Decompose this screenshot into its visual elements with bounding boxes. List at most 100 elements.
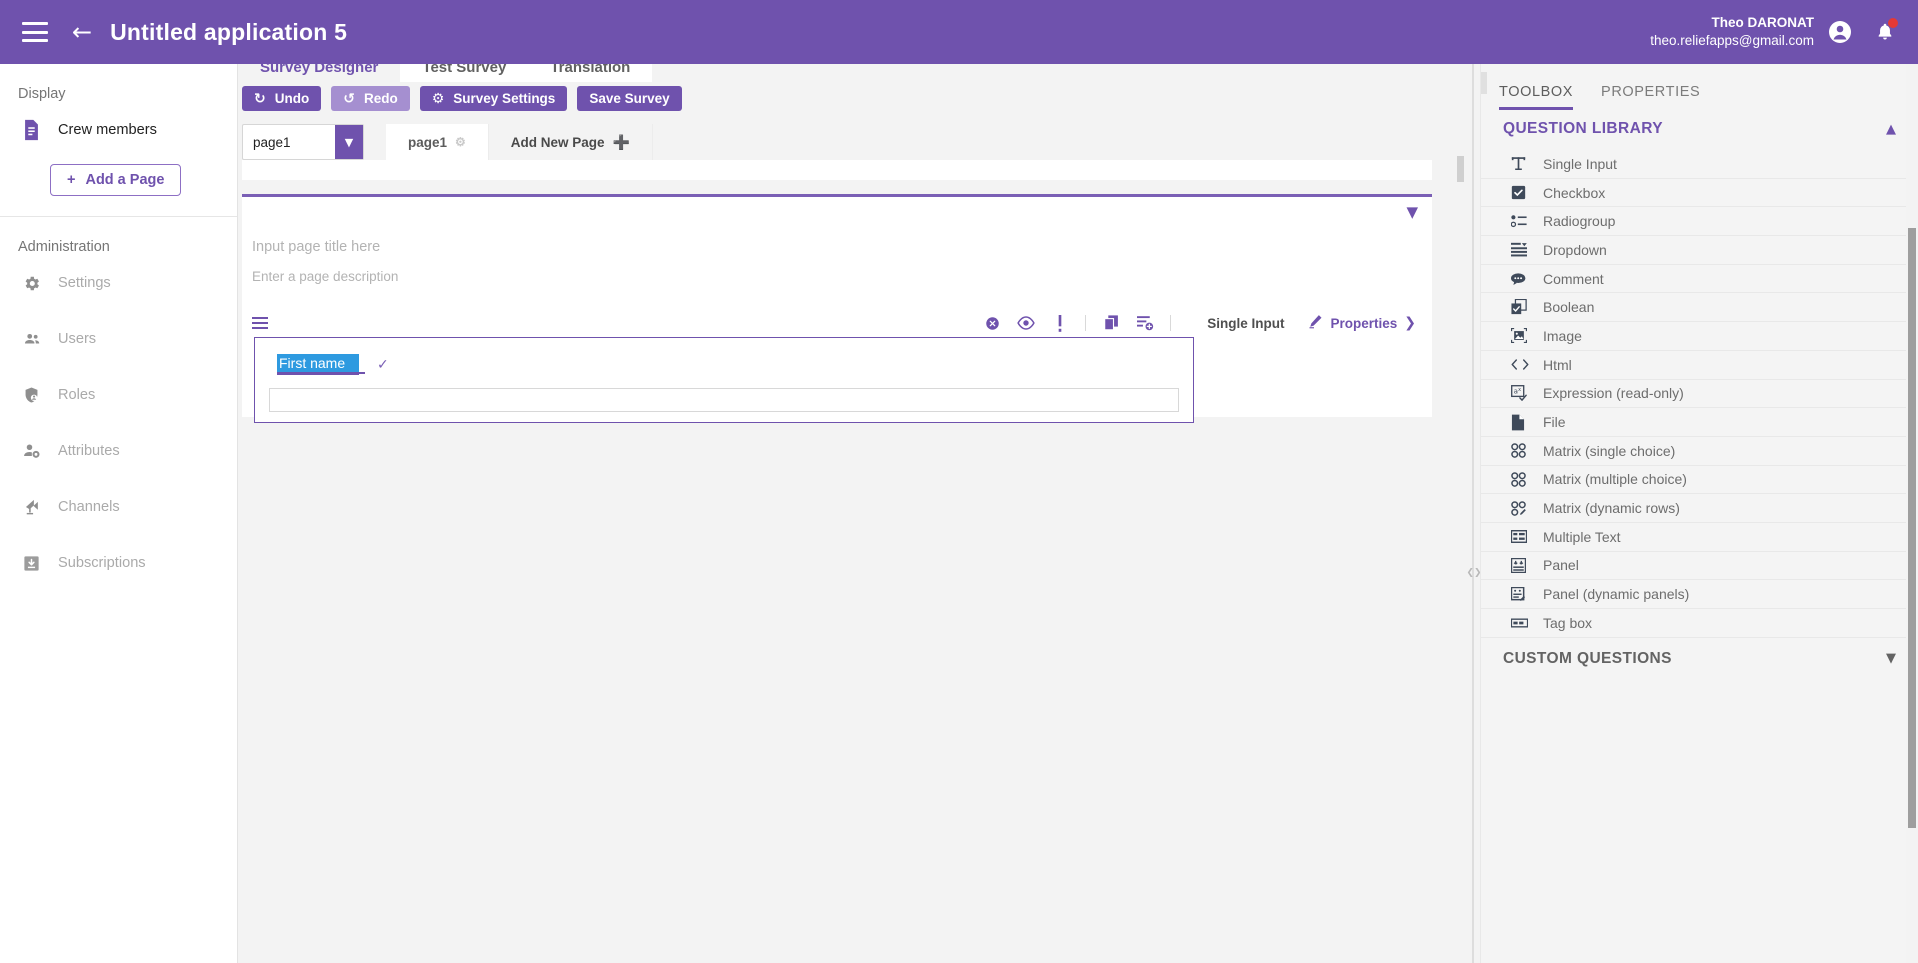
radio-list-icon bbox=[1511, 214, 1539, 228]
sidebar-section-administration: Administration bbox=[18, 239, 110, 255]
toolbox-item-checkbox[interactable]: Checkbox bbox=[1481, 179, 1918, 208]
toolbox-item-single-input[interactable]: Single Input bbox=[1481, 150, 1918, 179]
sidebar-item-label: Attributes bbox=[58, 443, 120, 459]
redo-button[interactable]: ↺ Redo bbox=[331, 86, 410, 111]
boolean-icon bbox=[1511, 299, 1539, 315]
question-library-list: Single Input Checkbox Radiogroup Dropdow… bbox=[1481, 150, 1918, 638]
panel-dynamic-icon bbox=[1511, 586, 1539, 602]
page-tab-label: page1 bbox=[408, 134, 448, 150]
toolbox-item-label: Comment bbox=[1543, 270, 1604, 287]
toolbox-item-label: Tag box bbox=[1543, 614, 1593, 631]
file-icon bbox=[1511, 414, 1539, 431]
page-tab-page1[interactable]: page1 ⚙ bbox=[386, 124, 489, 160]
sidebar-item-users[interactable]: Users bbox=[0, 311, 237, 367]
plus-icon: ➕ bbox=[612, 133, 631, 150]
custom-questions-header[interactable]: CUSTOM QUESTIONS ▼ bbox=[1481, 638, 1918, 680]
tab-survey-designer[interactable]: Survey Designer bbox=[238, 64, 401, 82]
tab-properties[interactable]: PROPERTIES bbox=[1601, 84, 1700, 108]
toolbox-item-tag-box[interactable]: Tag box bbox=[1481, 609, 1918, 638]
toolbox-item-file[interactable]: File bbox=[1481, 408, 1918, 437]
broadcast-icon bbox=[22, 497, 48, 517]
exclamation-icon[interactable] bbox=[1043, 310, 1077, 336]
eye-icon[interactable] bbox=[1009, 310, 1043, 336]
page-description-placeholder[interactable]: Enter a page description bbox=[252, 269, 398, 284]
header-right-group: Theo DARONAT theo.reliefapps@gmail.com bbox=[1650, 14, 1898, 50]
divider-line bbox=[1472, 64, 1474, 963]
close-circle-icon[interactable] bbox=[975, 310, 1009, 336]
toolbox-item-boolean[interactable]: Boolean bbox=[1481, 293, 1918, 323]
sidebar-item-channels[interactable]: Channels bbox=[0, 479, 237, 535]
toolbox-item-matrix-single[interactable]: Matrix (single choice) bbox=[1481, 437, 1918, 466]
panel-resize-handle[interactable]: ❰ bbox=[1481, 72, 1487, 94]
page-title: Untitled application 5 bbox=[110, 18, 348, 45]
drag-handle-icon[interactable] bbox=[252, 317, 270, 329]
tab-translation[interactable]: Translation bbox=[528, 64, 653, 82]
question-properties-button[interactable]: Properties ❯ bbox=[1308, 314, 1422, 332]
toolbox-item-matrix-multiple[interactable]: Matrix (multiple choice) bbox=[1481, 466, 1918, 495]
text-T-icon bbox=[1511, 156, 1539, 171]
main-scrollbar[interactable] bbox=[1456, 64, 1466, 963]
check-icon[interactable]: ✓ bbox=[377, 357, 389, 373]
account-circle-icon[interactable] bbox=[1828, 20, 1852, 44]
toolbox-item-image[interactable]: Image bbox=[1481, 322, 1918, 351]
question-editor-box: ✓ bbox=[254, 337, 1194, 423]
main-scrollbar-thumb[interactable] bbox=[1457, 156, 1464, 182]
right-panel-scrollbar-thumb[interactable] bbox=[1908, 228, 1916, 828]
panel-collapse-handle[interactable]: ❮❯ bbox=[1466, 564, 1481, 582]
toolbox-item-html[interactable]: Html bbox=[1481, 351, 1918, 380]
copy-icon[interactable] bbox=[1094, 310, 1128, 336]
sidebar-item-attributes[interactable]: Attributes bbox=[0, 423, 237, 479]
toolbox-item-panel[interactable]: Panel bbox=[1481, 552, 1918, 581]
shield-person-icon bbox=[22, 385, 48, 405]
plus-icon: + bbox=[67, 172, 76, 188]
toolbar-divider bbox=[1085, 315, 1087, 331]
arrow-left-icon[interactable]: ← bbox=[72, 20, 92, 44]
question-toolbar: Single Input Properties ❯ bbox=[252, 309, 1422, 337]
right-panel-tabs: TOOLBOX PROPERTIES bbox=[1481, 64, 1918, 110]
question-library-header[interactable]: QUESTION LIBRARY ▲ bbox=[1481, 108, 1918, 150]
chevron-up-icon[interactable]: ▲ bbox=[1886, 122, 1896, 137]
survey-settings-button[interactable]: ⚙ Survey Settings bbox=[419, 86, 568, 111]
toolbox-item-label: Matrix (dynamic rows) bbox=[1543, 500, 1680, 517]
page-collapse-chevron-icon[interactable]: ▼ bbox=[1406, 203, 1418, 221]
hamburger-icon[interactable] bbox=[22, 22, 48, 42]
gear-icon[interactable]: ⚙ bbox=[455, 135, 466, 149]
custom-questions-title: CUSTOM QUESTIONS bbox=[1503, 649, 1672, 667]
toolbox-item-dropdown[interactable]: Dropdown bbox=[1481, 236, 1918, 265]
sidebar-item-subscriptions[interactable]: Subscriptions bbox=[0, 535, 237, 591]
add-a-page-button[interactable]: + Add a Page bbox=[50, 164, 182, 196]
undo-label: Undo bbox=[274, 91, 310, 106]
tab-toolbox[interactable]: TOOLBOX bbox=[1499, 84, 1574, 110]
bell-icon[interactable] bbox=[1874, 18, 1898, 43]
toolbox-item-radiogroup[interactable]: Radiogroup bbox=[1481, 207, 1918, 237]
matrix-single-icon bbox=[1511, 443, 1539, 459]
sidebar-item-roles[interactable]: Roles bbox=[0, 367, 237, 423]
user-email: theo.reliefapps@gmail.com bbox=[1650, 33, 1814, 48]
toolbox-item-comment[interactable]: Comment bbox=[1481, 265, 1918, 294]
question-type-label: Single Input bbox=[1207, 315, 1285, 331]
tab-test-survey[interactable]: Test Survey bbox=[400, 64, 529, 82]
list-add-icon[interactable] bbox=[1128, 310, 1162, 336]
sidebar-item-settings[interactable]: Settings bbox=[0, 255, 237, 311]
notification-badge bbox=[1888, 18, 1898, 28]
designer-tabs: Survey Designer Test Survey Translation bbox=[238, 64, 653, 82]
right-panel-scrollbar[interactable] bbox=[1906, 64, 1918, 963]
save-survey-button[interactable]: Save Survey bbox=[577, 86, 682, 111]
toolbox-item-multiple-text[interactable]: Multiple Text bbox=[1481, 523, 1918, 552]
toolbox-item-expression[interactable]: ax Expression (read-only) bbox=[1481, 380, 1918, 409]
add-new-page-tab[interactable]: Add New Page ➕ bbox=[488, 124, 654, 160]
tagbox-icon bbox=[1511, 618, 1539, 628]
sidebar-item-crew-members[interactable]: Crew members bbox=[0, 102, 237, 158]
page-select[interactable]: page1 ▼ bbox=[242, 124, 364, 160]
matrix-dynamic-icon bbox=[1511, 500, 1539, 516]
chevron-down-icon[interactable]: ▼ bbox=[335, 125, 363, 159]
chevron-down-icon[interactable]: ▼ bbox=[1886, 651, 1896, 666]
chevron-right-icon: ❯ bbox=[1404, 315, 1416, 331]
toolbox-item-panel-dynamic[interactable]: Panel (dynamic panels) bbox=[1481, 580, 1918, 609]
toolbox-item-label: Boolean bbox=[1543, 299, 1595, 316]
question-answer-input[interactable] bbox=[269, 388, 1179, 412]
page-title-placeholder[interactable]: Input page title here bbox=[252, 239, 380, 255]
toolbox-item-matrix-dynamic[interactable]: Matrix (dynamic rows) bbox=[1481, 494, 1918, 523]
undo-button[interactable]: ↻ Undo bbox=[242, 86, 322, 111]
pencil-icon bbox=[1308, 314, 1323, 332]
